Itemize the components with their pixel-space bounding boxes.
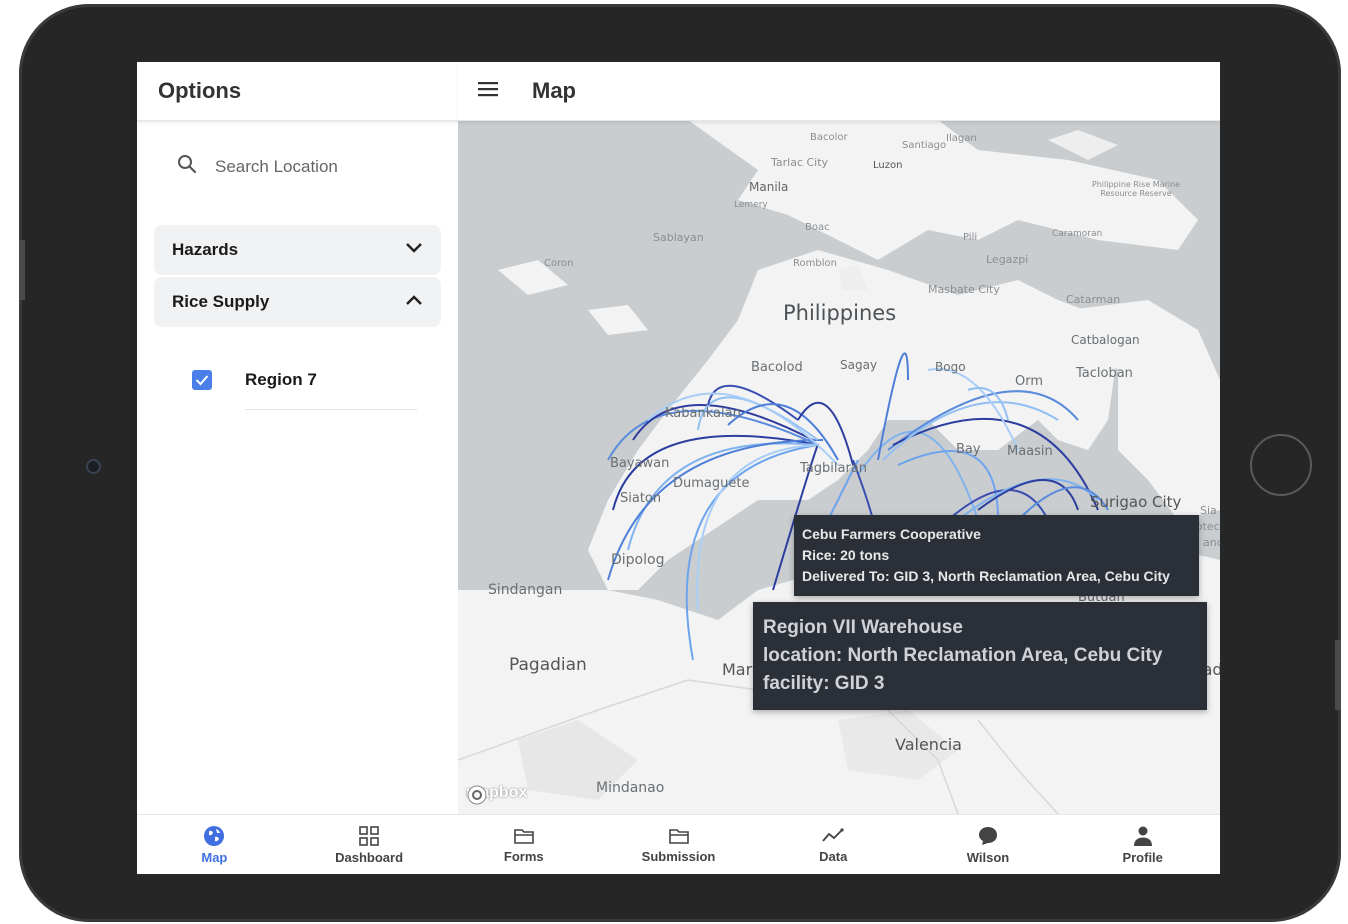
- nav-wilson[interactable]: Wilson: [911, 815, 1066, 874]
- nav-forms[interactable]: Forms: [446, 815, 601, 874]
- tablet-home-button: [1250, 434, 1312, 496]
- map-canvas[interactable]: Bacolor Santiago Ilagan Tarlac City Luzo…: [458, 120, 1220, 814]
- map-label: Lemery: [734, 200, 768, 210]
- map-label: Bay: [956, 442, 981, 457]
- map-label: Romblon: [793, 258, 837, 269]
- map-label: and: [1203, 536, 1220, 549]
- cooperative-tooltip: Cebu Farmers Cooperative Rice: 20 tons D…: [794, 515, 1199, 596]
- check-icon: [195, 375, 209, 386]
- map-label: Orm: [1015, 374, 1044, 389]
- tooltip-line: Rice: 20 tons: [802, 547, 890, 563]
- map-label: Dipolog: [611, 552, 665, 568]
- folder-icon: [668, 829, 689, 844]
- map-label: Tarlac City: [771, 156, 829, 169]
- tablet-side-button: [1335, 640, 1341, 710]
- nav-label: Map: [201, 850, 228, 865]
- chevron-up-icon: [405, 293, 423, 311]
- map-label: Maasin: [1007, 444, 1053, 459]
- search-icon: [177, 154, 197, 179]
- map-label: Siaton: [620, 491, 662, 506]
- map-label: Valencia: [895, 735, 962, 754]
- grid-icon: [359, 826, 379, 846]
- tablet-side-button: [19, 240, 25, 300]
- map-label: Sablayan: [653, 231, 704, 244]
- nav-label: Profile: [1122, 850, 1163, 865]
- nav-label: Submission: [641, 849, 716, 864]
- map-label: Coron: [544, 258, 574, 269]
- map-label: Boac: [805, 222, 830, 233]
- search-input[interactable]: Search Location: [215, 157, 338, 177]
- map-label: Mindanao: [596, 780, 665, 796]
- map-label: Santiago: [902, 140, 947, 151]
- map-label: Bacolor: [810, 132, 848, 143]
- tablet-camera: [86, 459, 101, 474]
- map-header: Map: [458, 62, 1220, 121]
- map-label: Kabankalan: [665, 406, 741, 421]
- person-icon: [1133, 826, 1152, 846]
- map-label-country: Philippines: [783, 301, 897, 325]
- search-location[interactable]: Search Location: [177, 154, 338, 179]
- map-label: Bogo: [935, 360, 966, 374]
- options-header: Options: [137, 62, 458, 121]
- mapbox-attribution[interactable]: mapbox: [466, 784, 527, 805]
- map-label: Caramoran: [1052, 229, 1103, 239]
- nav-profile[interactable]: Profile: [1065, 815, 1220, 874]
- nav-data[interactable]: Data: [756, 815, 911, 874]
- page-title: Map: [532, 78, 576, 103]
- chat-bubble-icon: [978, 827, 997, 845]
- tooltip-line: Region VII Warehouse: [763, 617, 963, 638]
- region-7-checkbox[interactable]: [192, 370, 212, 390]
- hazards-accordion[interactable]: Hazards: [154, 225, 441, 275]
- map-label: Catarman: [1066, 293, 1121, 306]
- tooltip-line: location: North Reclamation Area, Cebu C…: [763, 645, 1163, 666]
- map-label: Bayawan: [610, 456, 670, 471]
- map-label: Catbalogan: [1071, 333, 1140, 347]
- trend-icon: [822, 828, 844, 842]
- map-label: Tacloban: [1076, 366, 1133, 381]
- chevron-down-icon: [405, 241, 423, 259]
- region-7-label: Region 7: [245, 370, 317, 389]
- map-label: Surigao City: [1090, 493, 1182, 511]
- map-label: Philippine Rise Marine Resource Reserve: [1091, 180, 1181, 198]
- nav-label: Wilson: [966, 850, 1010, 865]
- map-label: Luzon: [873, 160, 903, 171]
- map-label: Ilagan: [946, 133, 977, 144]
- map-label: Dumaguete: [673, 476, 750, 491]
- nav-submission[interactable]: Submission: [601, 815, 756, 874]
- map-label: Sagay: [840, 358, 878, 372]
- nav-label: Dashboard: [335, 850, 404, 865]
- options-title: Options: [158, 78, 242, 103]
- tooltip-line: facility: GID 3: [763, 673, 885, 694]
- region-7-option[interactable]: Region 7: [192, 370, 317, 390]
- map-label: Pili: [963, 232, 978, 243]
- rice-supply-accordion[interactable]: Rice Supply: [154, 277, 441, 327]
- map-label: Pagadian: [509, 655, 587, 675]
- warehouse-tooltip: Region VII Warehouse location: North Rec…: [753, 602, 1207, 710]
- map-label: Tagbilaran: [800, 461, 867, 476]
- map-label: Bacolod: [751, 360, 803, 375]
- nav-map[interactable]: Map: [137, 815, 292, 874]
- options-panel: Options Search Location Hazards Rice Sup…: [137, 62, 459, 814]
- mapbox-logo-icon: [467, 785, 487, 805]
- nav-dashboard[interactable]: Dashboard: [292, 815, 447, 874]
- map-label: Sindangan: [488, 582, 563, 598]
- map-label: Manila: [749, 180, 789, 194]
- divider: [245, 409, 417, 410]
- map-label: Sia: [1200, 504, 1217, 517]
- app-screen: Options Search Location Hazards Rice Sup…: [137, 62, 1220, 874]
- globe-icon: [204, 826, 225, 846]
- map-label: Masbate City: [928, 283, 1000, 296]
- map-label: Legazpi: [986, 253, 1029, 266]
- rice-supply-label: Rice Supply: [172, 292, 270, 311]
- map-label: Mar: [722, 660, 753, 679]
- tooltip-line: Delivered To: GID 3, North Reclamation A…: [802, 568, 1170, 584]
- bottom-navigation: Map Dashboard Forms Submission Data Wils…: [137, 814, 1220, 874]
- nav-label: Forms: [503, 849, 544, 864]
- nav-label: Data: [819, 849, 848, 864]
- folder-icon: [513, 829, 534, 844]
- hazards-label: Hazards: [172, 240, 239, 259]
- tooltip-line: Cebu Farmers Cooperative: [802, 526, 981, 542]
- hamburger-menu-icon[interactable]: [478, 81, 498, 102]
